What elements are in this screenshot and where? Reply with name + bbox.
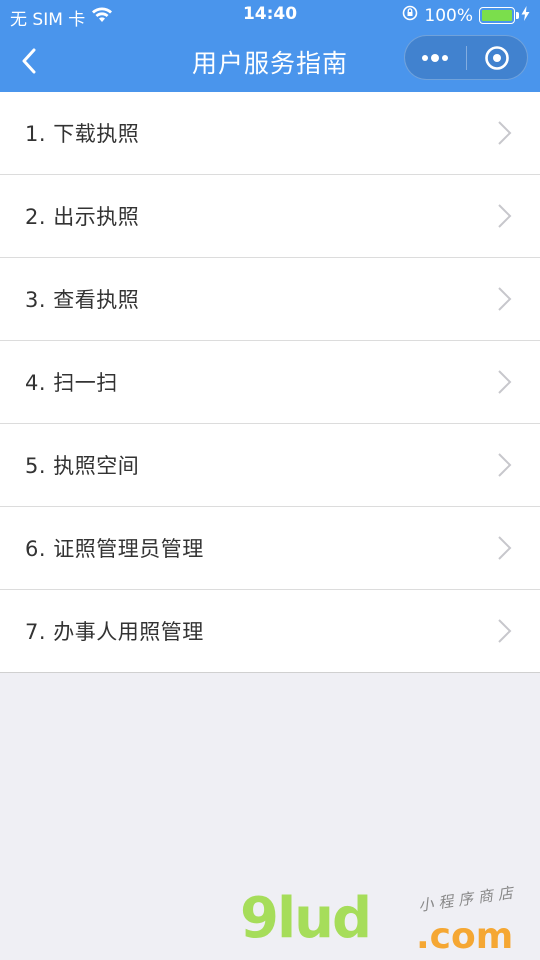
- list-item-label: 7. 办事人用照管理: [25, 620, 204, 644]
- watermark-subtitle: 小程序商店: [417, 883, 519, 915]
- list-item-label: 4. 扫一扫: [25, 371, 118, 395]
- list-item-label: 6. 证照管理员管理: [25, 537, 204, 561]
- list-item-view[interactable]: 3. 查看执照: [0, 258, 540, 341]
- list-item-agent-management[interactable]: 7. 办事人用照管理: [0, 590, 540, 673]
- chevron-right-icon: [498, 370, 512, 394]
- chevron-right-icon: [498, 536, 512, 560]
- header: 无 SIM 卡 14:40 100% 用户服务指南: [0, 0, 540, 92]
- battery-percent: 100%: [424, 5, 473, 26]
- battery-fill: [482, 10, 512, 21]
- chevron-right-icon: [498, 287, 512, 311]
- status-right: 100%: [402, 5, 530, 26]
- list-item-label: 5. 执照空间: [25, 454, 140, 478]
- watermark-logo: 9lud 小程序商店 .com: [240, 880, 530, 960]
- list-item-show[interactable]: 2. 出示执照: [0, 175, 540, 258]
- more-button[interactable]: [405, 35, 466, 80]
- close-miniprogram-button[interactable]: [466, 35, 527, 80]
- app-root: 无 SIM 卡 14:40 100% 用户服务指南 1. 下载执照 2. 出示执…: [0, 0, 540, 960]
- list-item-license-space[interactable]: 5. 执照空间: [0, 424, 540, 507]
- charging-icon: [521, 5, 530, 26]
- chevron-right-icon: [498, 204, 512, 228]
- more-dots-icon: [422, 53, 449, 62]
- list-item-label: 1. 下载执照: [25, 122, 140, 146]
- status-bar: 无 SIM 卡 14:40 100%: [0, 0, 540, 30]
- guide-list: 1. 下载执照 2. 出示执照 3. 查看执照 4. 扫一扫 5. 执照空间 6…: [0, 92, 540, 673]
- battery-icon: [479, 7, 519, 24]
- list-item-admin-management[interactable]: 6. 证照管理员管理: [0, 507, 540, 590]
- list-item-label: 3. 查看执照: [25, 288, 140, 312]
- watermark-domain: .com: [416, 916, 514, 957]
- list-item-scan[interactable]: 4. 扫一扫: [0, 341, 540, 424]
- chevron-right-icon: [498, 619, 512, 643]
- nav-bar: 用户服务指南: [0, 30, 540, 92]
- chevron-right-icon: [498, 453, 512, 477]
- orientation-lock-icon: [402, 5, 418, 26]
- list-item-download[interactable]: 1. 下载执照: [0, 92, 540, 175]
- list-item-label: 2. 出示执照: [25, 205, 140, 229]
- target-circle-icon: [484, 45, 509, 70]
- miniprogram-capsule: [404, 35, 528, 80]
- chevron-right-icon: [498, 121, 512, 145]
- watermark-main-text: 9lud: [240, 886, 372, 951]
